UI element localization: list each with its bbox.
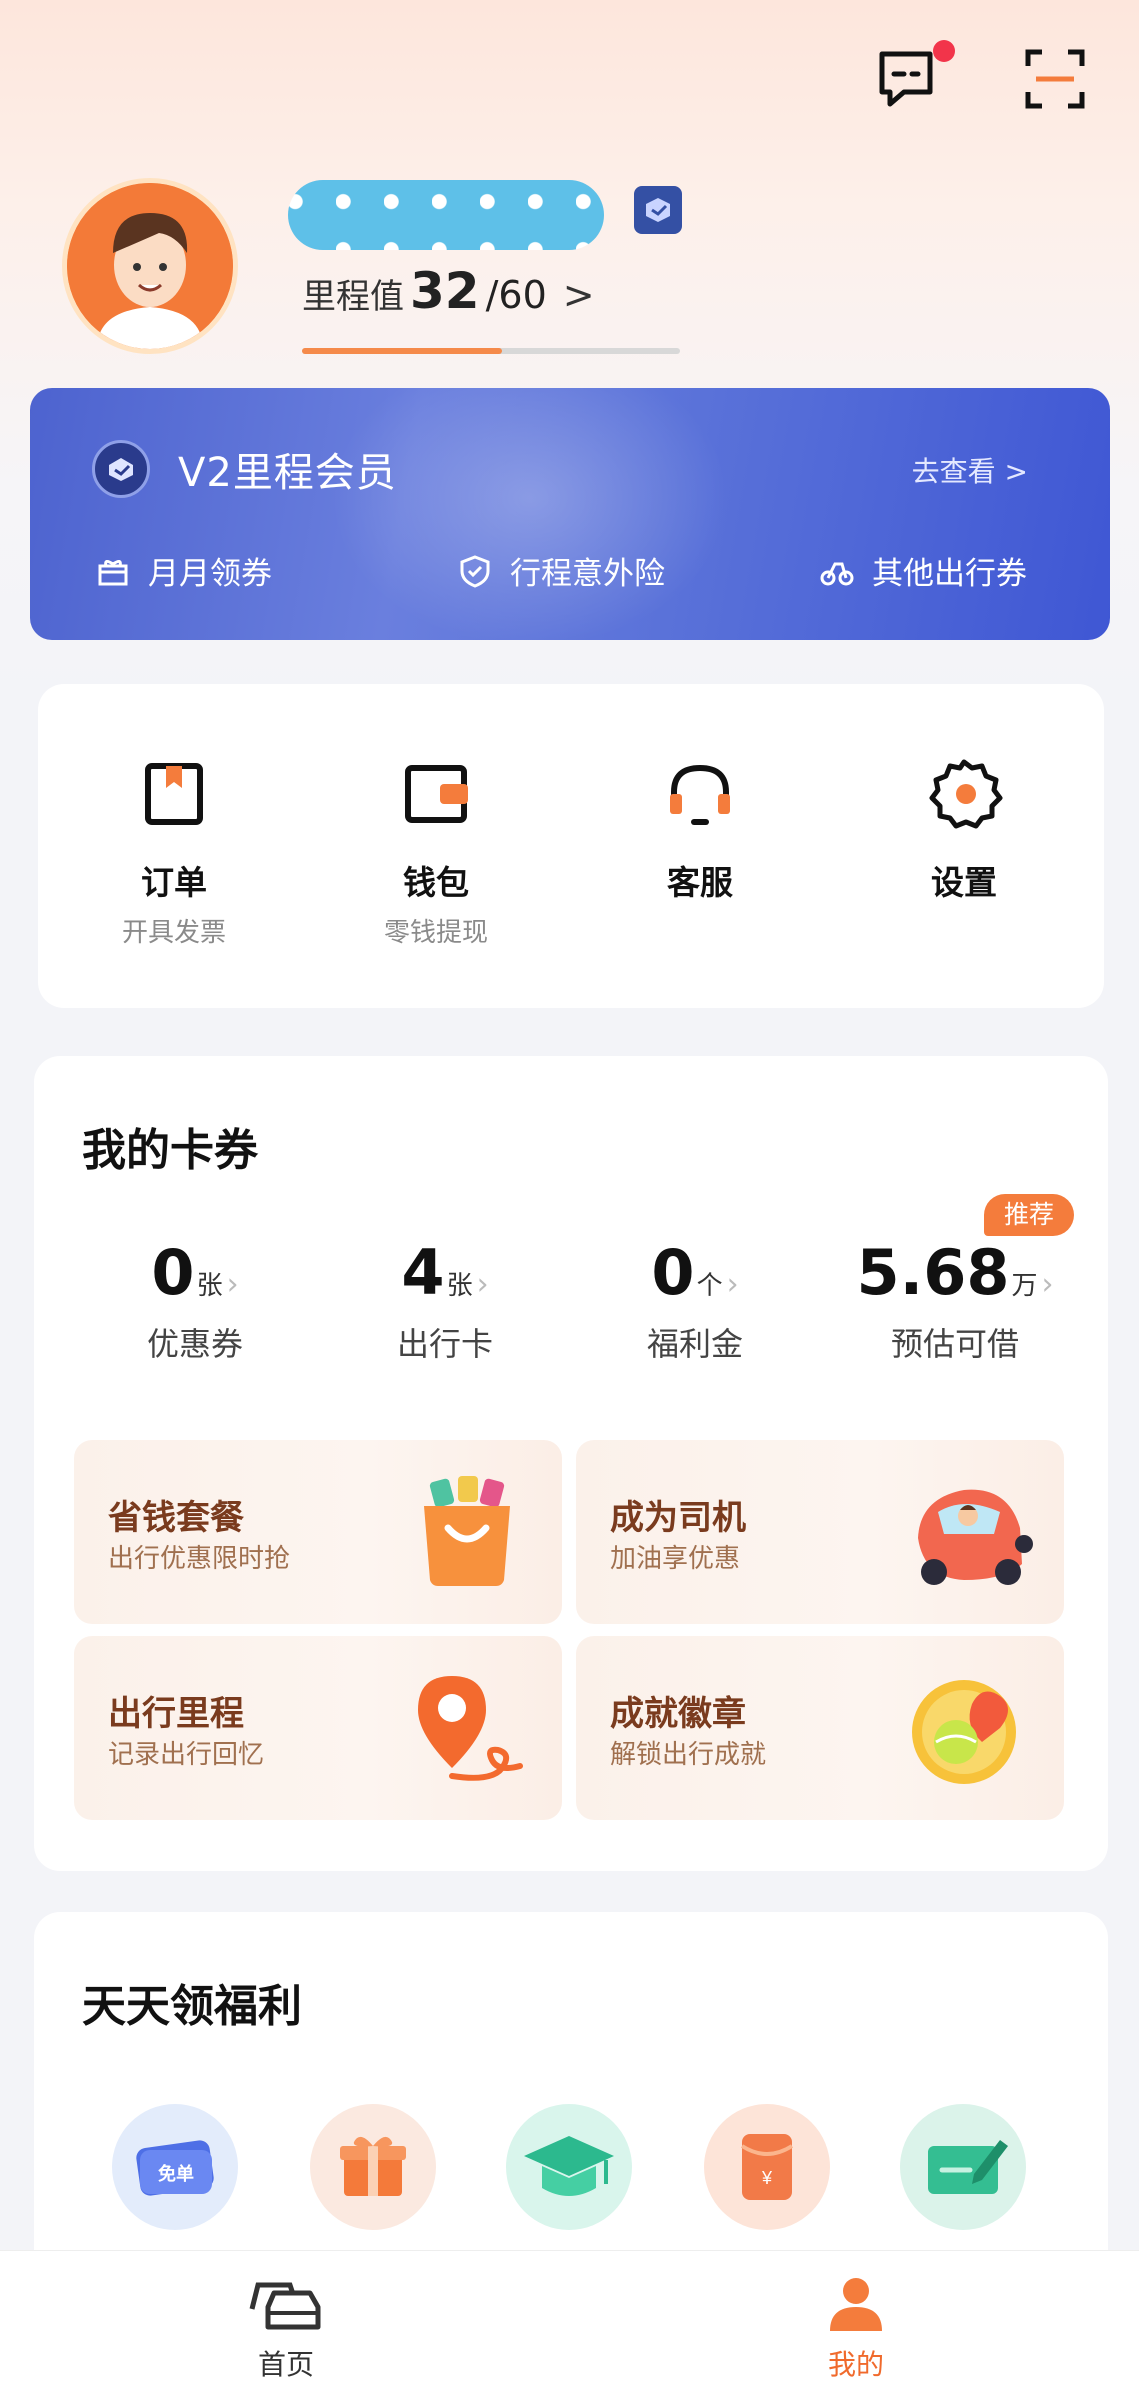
red-envelope-icon[interactable]: ¥ [704,2104,830,2230]
order-icon [134,754,214,834]
tile-sub: 解锁出行成就 [610,1740,767,1770]
mileage-progress-fill [302,348,503,354]
vip-logo-icon [92,440,150,498]
message-unread-dot [933,40,955,62]
tile-title: 成为司机 [610,1498,746,1538]
svg-text:¥: ¥ [761,2168,773,2188]
medal-icon [904,1664,1034,1794]
driver-car-icon [904,1468,1034,1598]
settings-label: 设置 [931,863,997,902]
recommend-badge: 推荐 [984,1194,1074,1236]
nav-home-label: 首页 [257,2348,314,2381]
vip-feature-label: 行程意外险 [510,556,665,592]
settings-button[interactable]: 设置 [864,754,1064,912]
vip-feature-accident-insurance[interactable]: 行程意外险 [458,548,665,593]
vip-feature-label: 月月领券 [148,556,272,592]
stat-travel-cards[interactable]: 4 张 › 出行卡 [340,1236,550,1365]
tile-title: 省钱套餐 [108,1498,244,1538]
stat-label: 预估可借 [890,1325,1019,1363]
vip-view-more-link[interactable]: 去查看 > [912,450,1028,490]
chevron-right-icon: › [476,1267,489,1302]
tile-title: 出行里程 [108,1694,244,1734]
stat-unit: 张 [446,1271,473,1301]
check-signing-icon[interactable] [900,2104,1026,2230]
stat-label: 福利金 [646,1325,743,1363]
stat-welfare-fund[interactable]: 0 个 › 福利金 [590,1236,800,1365]
tile-achievement-badges[interactable]: 成就徽章 解锁出行成就 [576,1636,1064,1820]
my-cards-title: 我的卡券 [82,1125,258,1176]
daily-welfare-title: 天天领福利 [82,1981,302,2032]
free-ticket-text: 免单 [158,2163,194,2184]
nav-mine-label: 我的 [827,2348,884,2381]
gift-icon [98,559,128,585]
wallet-label: 钱包 [403,863,469,902]
mileage-label: 里程值 [302,277,404,317]
chevron-right-icon: › [226,1267,239,1302]
order-button[interactable]: 订单 开具发票 [74,754,274,949]
vip-feature-monthly-coupon[interactable]: 月月领券 [96,548,272,593]
vip-title: V2里程会员 [178,450,397,496]
gift-box-icon[interactable] [310,2104,436,2230]
my-cards-section: 我的卡券 推荐 0 张 › 优惠券 4 张 › 出行卡 0 个 › 福利金 5.68 万 › 预… [34,1056,1108,1871]
shopping-bag-icon [402,1468,532,1598]
wallet-sub: 零钱提现 [383,918,488,948]
customer-service-label: 客服 [667,863,733,902]
order-label: 订单 [141,863,207,902]
avatar[interactable] [62,178,238,354]
user-icon [830,2278,882,2331]
chevron-right-icon: › [726,1267,739,1302]
mileage-link[interactable]: 里程值 32 /60 > [302,262,595,320]
nav-mine[interactable]: 我的 [786,2273,926,2383]
chevron-right-icon: > [562,273,595,317]
stat-label: 优惠券 [146,1325,243,1363]
wallet-button[interactable]: 钱包 零钱提现 [336,754,536,949]
quick-actions-card: 订单 开具发票 钱包 零钱提现 客服 设置 [38,684,1104,1008]
scan-icon[interactable] [1020,44,1090,114]
chevron-right-icon: › [1041,1267,1054,1302]
location-pin-icon [402,1664,532,1794]
stat-value: 4 [401,1236,445,1309]
mileage-value: 32 [410,262,480,320]
tile-travel-mileage[interactable]: 出行里程 记录出行回忆 [74,1636,562,1820]
wallet-icon [396,754,476,834]
order-sub: 开具发票 [121,918,226,948]
tile-sub: 加油享优惠 [610,1544,741,1574]
bike-icon [820,562,854,585]
shield-icon [460,554,490,588]
stat-unit: 张 [196,1271,223,1301]
vip-card-shine [330,388,730,640]
tile-become-driver[interactable]: 成为司机 加油享优惠 [576,1440,1064,1624]
gear-icon [924,754,1004,834]
tile-savings-package[interactable]: 省钱套餐 出行优惠限时抢 [74,1440,562,1624]
stat-value: 5.68 [856,1236,1010,1309]
stat-value: 0 [651,1236,695,1309]
stat-coupons[interactable]: 0 张 › 优惠券 [90,1236,300,1365]
bottom-navigation: 首页 我的 [0,2250,1139,2400]
graduation-cap-icon[interactable] [506,2104,632,2230]
tile-sub: 出行优惠限时抢 [108,1544,291,1574]
tile-sub: 记录出行回忆 [108,1740,265,1770]
stat-estimated-loan[interactable]: 5.68 万 › 预估可借 [840,1236,1070,1365]
stat-label: 出行卡 [396,1325,493,1363]
headset-icon [660,754,740,834]
customer-service-button[interactable]: 客服 [600,754,800,912]
stat-value: 0 [151,1236,195,1309]
tile-title: 成就徽章 [610,1694,746,1734]
nav-home[interactable]: 首页 [216,2273,356,2383]
vip-feature-label: 其他出行券 [872,556,1027,592]
stat-unit: 个 [696,1271,723,1301]
cars-icon [249,2282,321,2330]
stat-unit: 万 [1011,1271,1038,1301]
message-icon[interactable] [872,44,942,114]
free-ticket-icon[interactable]: 免单 [112,2104,238,2230]
vip-feature-other-coupons[interactable]: 其他出行券 [820,548,1027,593]
vip-membership-card[interactable]: V2里程会员 去查看 > 月月领券 行程意外险 其他出行券 [30,388,1110,640]
member-level-badge-icon[interactable] [634,186,682,234]
username-hidden [288,180,604,250]
mileage-total: /60 [485,273,547,317]
mileage-progress-bar [302,348,680,354]
